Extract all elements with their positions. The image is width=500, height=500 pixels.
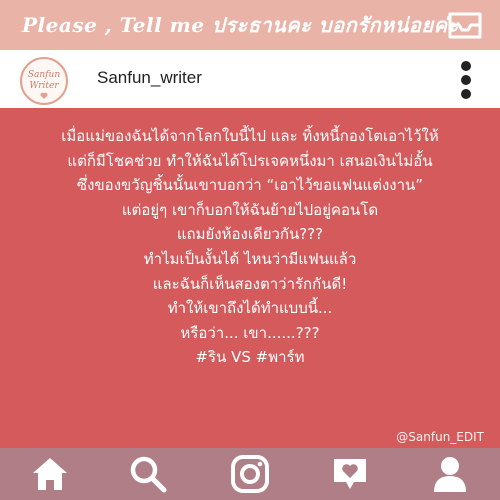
- avatar-heart-icon: [40, 92, 48, 99]
- search-icon[interactable]: [128, 454, 168, 494]
- heart-speech-bubble-icon[interactable]: [330, 454, 370, 494]
- avatar[interactable]: Sanfun Writer: [20, 57, 68, 105]
- avatar-text-line2: Writer: [29, 81, 59, 91]
- more-vertical-icon[interactable]: [458, 60, 474, 100]
- home-icon[interactable]: [30, 454, 70, 494]
- user-icon[interactable]: [430, 454, 470, 494]
- inbox-tray-icon[interactable]: [448, 10, 482, 40]
- username[interactable]: Sanfun_writer: [97, 68, 202, 88]
- post-line-9: หรือว่า... เขา......???: [180, 323, 320, 342]
- post-line-1: เมื่อแม่ของฉันได้จากโลกใบนี้ไป และ ทิ้งห…: [61, 127, 439, 145]
- post-line-2: แต่ก็มีโชคช่วย ทำให้ฉันได้โปรเจคหนึ่งมา …: [67, 151, 433, 170]
- post-line-5: แถมยังห้องเดียวกัน???: [176, 225, 324, 244]
- instagram-camera-icon[interactable]: [230, 454, 270, 494]
- top-banner: Please , Tell me ประธานคะ บอกรักหน่อยค่ะ: [0, 0, 500, 50]
- post-line-8: ทำให้เขาถึงได้ทำแบบนี้...: [167, 299, 333, 318]
- post-line-10: #ริน VS #พาร์ท: [195, 348, 305, 367]
- bottom-nav: [0, 448, 500, 500]
- banner-title: Please , Tell me ประธานคะ บอกรักหน่อยค่ะ: [22, 13, 459, 37]
- post-text: เมื่อแม่ของฉันได้จากโลกใบนี้ไป และ ทิ้งห…: [0, 124, 500, 370]
- post-line-6: ทำไมเป็นงั้นได้ ไหนว่ามีแฟนแล้ว: [143, 249, 357, 268]
- post-header: Sanfun Writer Sanfun_writer: [0, 50, 500, 108]
- post-line-7: และฉันก็เห็นสองตาว่ารักกันดี!: [152, 274, 348, 293]
- watermark: @Sanfun_EDIT: [396, 430, 484, 444]
- post-body: เมื่อแม่ของฉันได้จากโลกใบนี้ไป และ ทิ้งห…: [0, 108, 500, 448]
- post-line-3: ซึ่งของขวัญชิ้นนั้นเขาบอกว่า “เอาไว้ขอแฟ…: [76, 176, 424, 195]
- post-line-4: แต่อยู่ๆ เขาก็บอกให้ฉันย้ายไปอยู่คอนโด: [121, 200, 379, 219]
- avatar-text-line1: Sanfun: [27, 70, 61, 80]
